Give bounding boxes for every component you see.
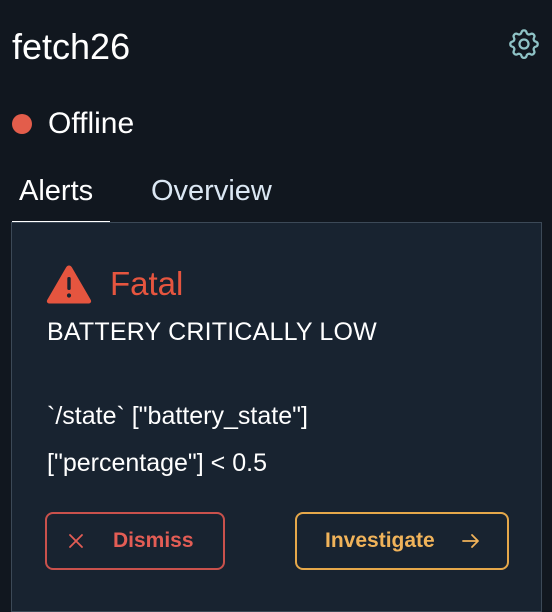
warning-triangle-icon xyxy=(46,265,92,304)
alert-description-line: `/state` ["battery_state"] xyxy=(47,402,308,430)
investigate-label: Investigate xyxy=(325,529,435,552)
close-icon xyxy=(67,532,85,550)
alert-description-line: ["percentage"] < 0.5 xyxy=(47,449,267,477)
tab-overview[interactable]: Overview xyxy=(140,168,272,224)
robot-name: fetch26 xyxy=(12,26,131,67)
tab-alerts[interactable]: Alerts xyxy=(12,168,110,224)
alert-description: `/state` ["battery_state"] ["percentage"… xyxy=(47,393,517,487)
severity-row: Fatal xyxy=(46,261,183,307)
settings-button[interactable] xyxy=(504,24,544,64)
gear-icon xyxy=(509,29,539,59)
alert-title: BATTERY CRITICALLY LOW xyxy=(47,318,377,346)
dismiss-label: Dismiss xyxy=(113,529,194,552)
dismiss-button[interactable]: Dismiss xyxy=(45,512,225,570)
header: fetch26 xyxy=(12,22,552,74)
status-dot xyxy=(12,114,32,134)
arrow-right-icon xyxy=(461,532,481,550)
investigate-button[interactable]: Investigate xyxy=(295,512,509,570)
tab-bar: Alerts Overview xyxy=(12,168,272,224)
connection-status: Offline xyxy=(12,104,134,144)
alert-card: Fatal BATTERY CRITICALLY LOW `/state` ["… xyxy=(11,222,542,612)
severity-label: Fatal xyxy=(110,265,184,302)
status-label: Offline xyxy=(48,107,135,140)
